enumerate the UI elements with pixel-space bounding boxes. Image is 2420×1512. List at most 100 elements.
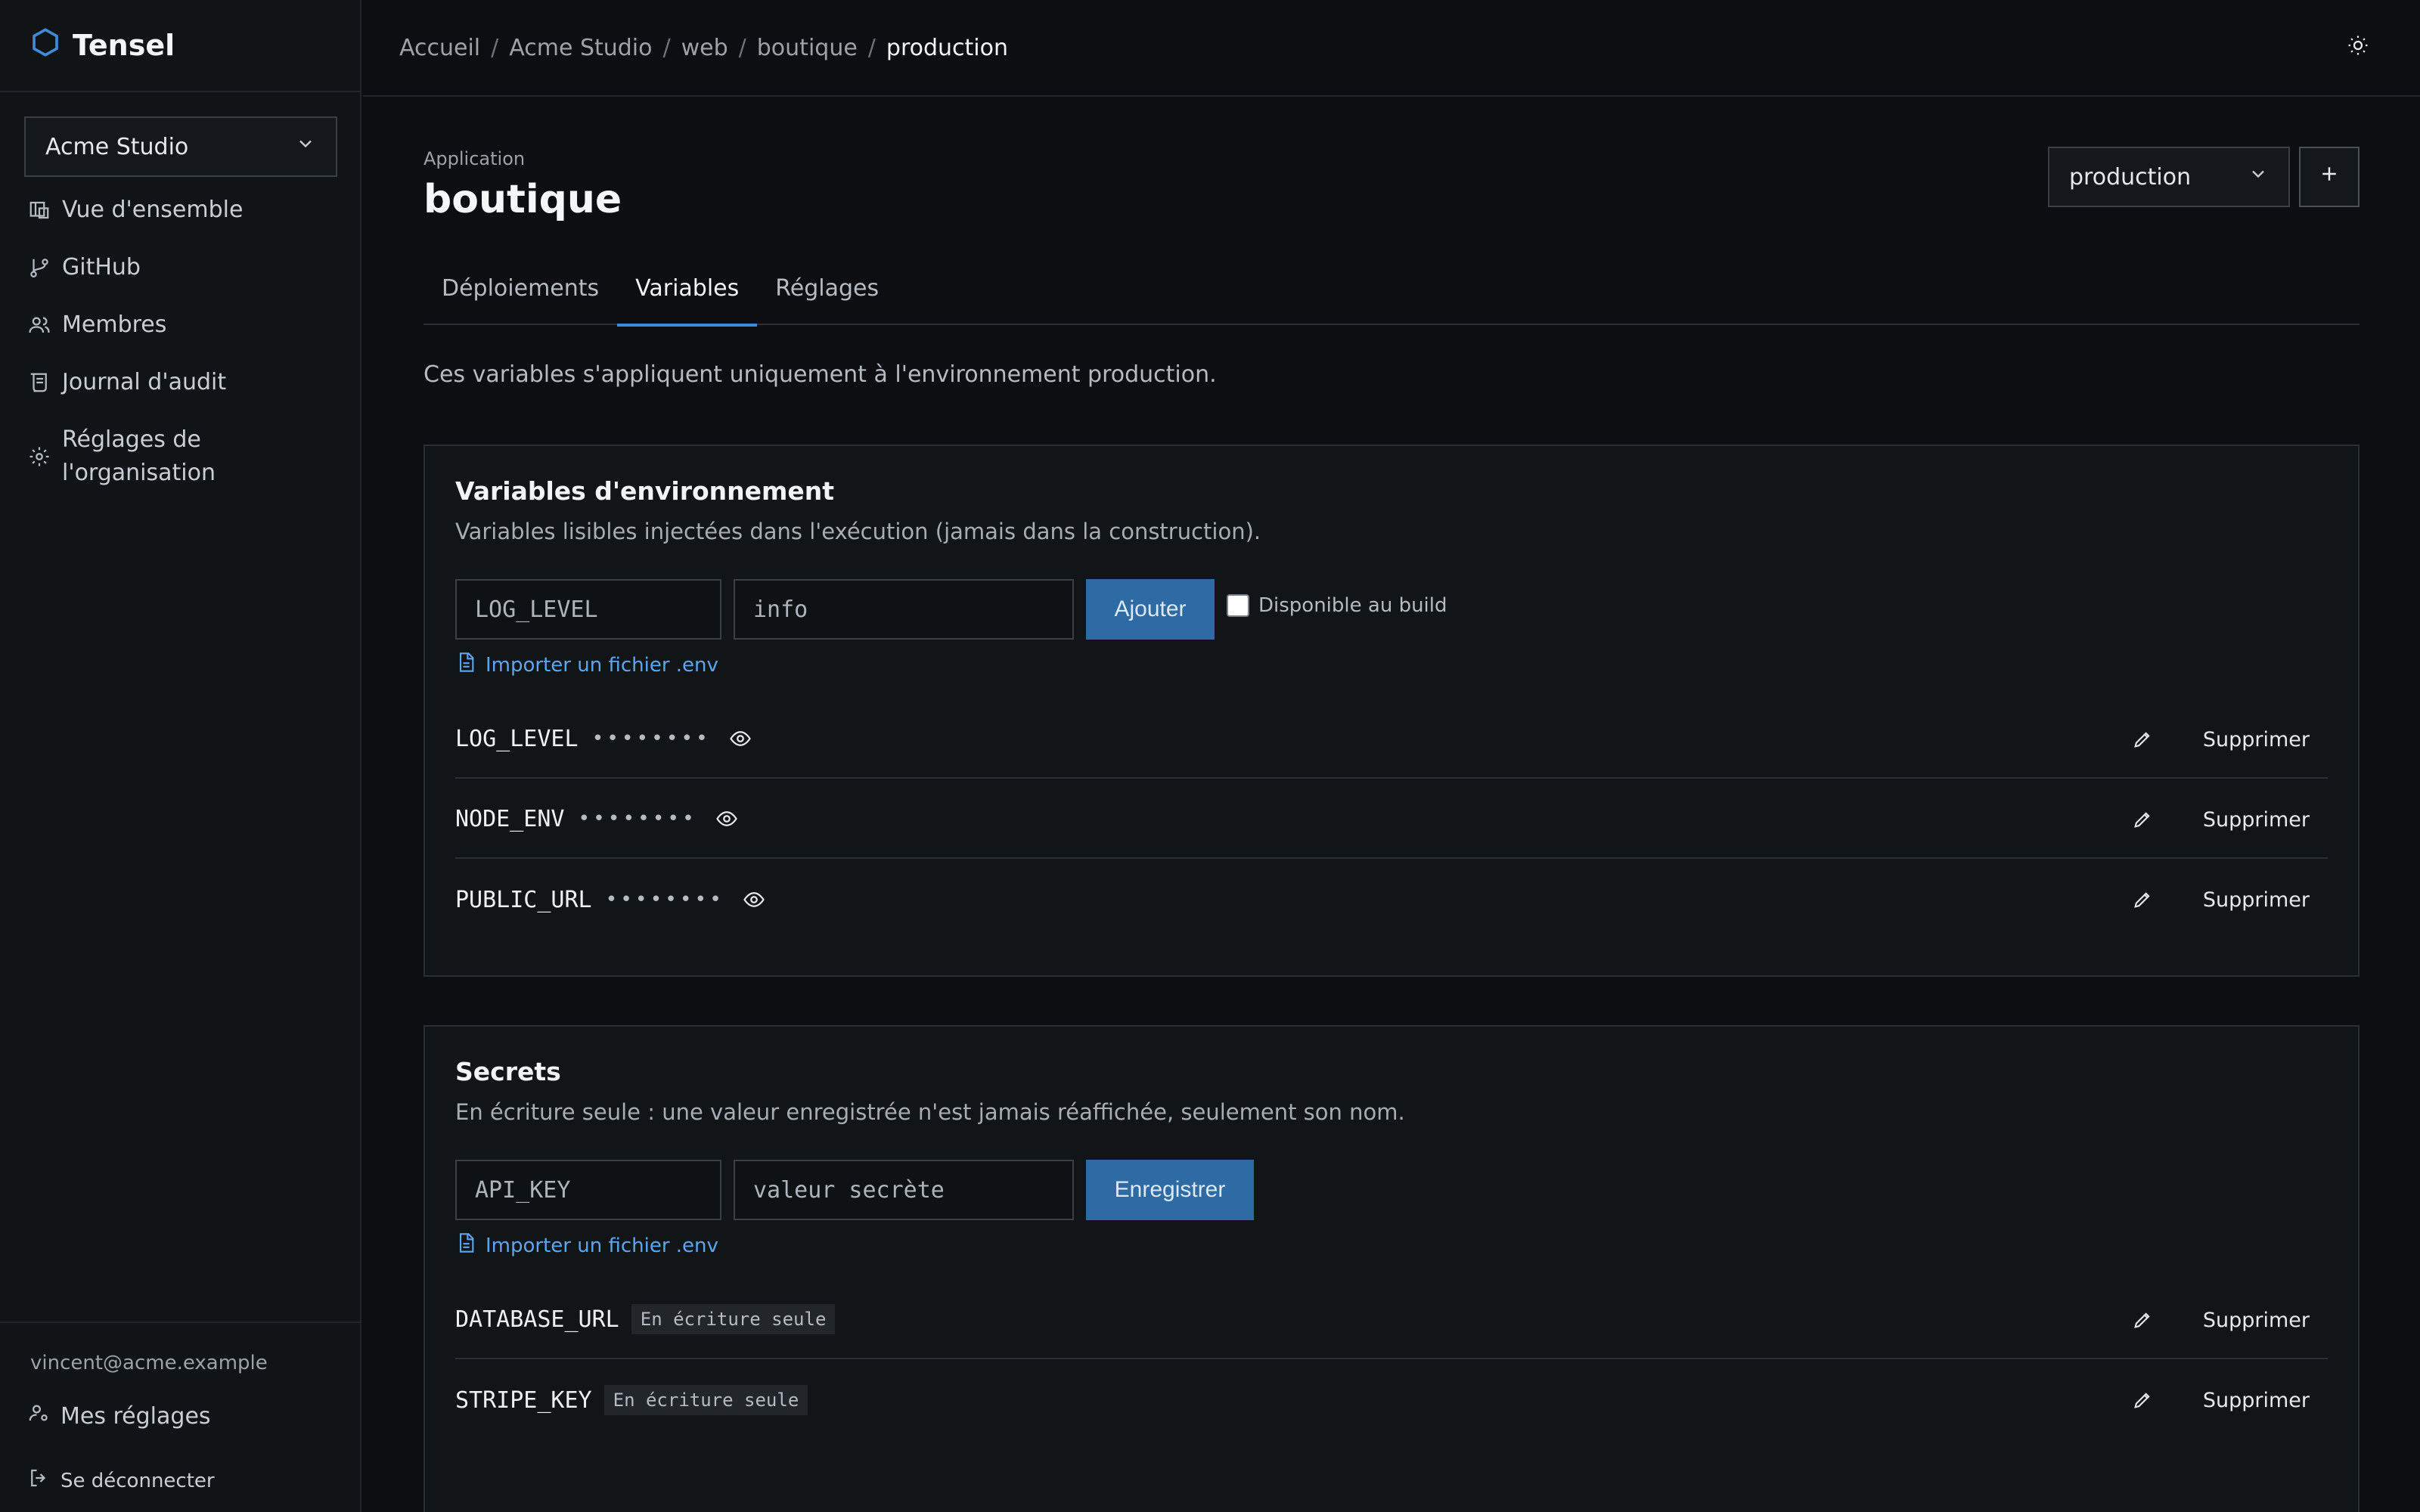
app-label: Application bbox=[424, 148, 526, 169]
breadcrumb: Accueil / Acme Studio / web / boutique /… bbox=[399, 35, 1008, 61]
sidebar-item-overview[interactable]: Vue d'ensemble bbox=[0, 194, 361, 227]
delete-button[interactable]: Supprimer bbox=[2203, 808, 2310, 832]
map-icon bbox=[27, 194, 51, 227]
write-only-badge: En écriture seule bbox=[631, 1304, 836, 1334]
pencil-icon[interactable] bbox=[2127, 1305, 2158, 1335]
env-var-name-input[interactable]: LOG_LEVEL bbox=[455, 579, 721, 640]
topbar: Accueil / Acme Studio / web / boutique /… bbox=[363, 0, 2420, 97]
save-secret-button[interactable]: Enregistrer bbox=[1086, 1160, 1254, 1220]
sidebar-footer: vincent@acme.example Mes réglages Se déc… bbox=[0, 1321, 361, 1512]
pencil-icon[interactable] bbox=[2127, 1385, 2158, 1415]
add-environment-button[interactable] bbox=[2299, 147, 2360, 207]
pencil-icon[interactable] bbox=[2127, 804, 2158, 835]
masked-value: •••••••• bbox=[591, 727, 711, 750]
sidebar-item-label: Membres bbox=[62, 311, 167, 338]
row-actions: Supprimer bbox=[2127, 1281, 2328, 1359]
pencil-icon[interactable] bbox=[2127, 724, 2158, 754]
scroll-icon bbox=[27, 366, 51, 399]
delete-button[interactable]: Supprimer bbox=[2203, 1389, 2310, 1412]
breadcrumb-project[interactable]: web bbox=[681, 35, 728, 61]
env-var-name: LOG_LEVEL bbox=[455, 725, 579, 752]
secret-value-input[interactable]: valeur secrète bbox=[734, 1160, 1074, 1220]
logout-label: Se déconnecter bbox=[60, 1469, 215, 1492]
row-actions: Supprimer bbox=[2127, 780, 2328, 859]
eye-icon[interactable] bbox=[715, 807, 738, 830]
breadcrumb-org[interactable]: Acme Studio bbox=[509, 35, 652, 61]
sidebar-item-label: Vue d'ensemble bbox=[62, 197, 244, 223]
env-var-row: LOG_LEVEL •••••••• Supprimer bbox=[455, 700, 2328, 779]
delete-button[interactable]: Supprimer bbox=[2203, 888, 2310, 912]
build-available-toggle[interactable]: Disponible au build bbox=[1227, 594, 1447, 617]
tabs: Déploiements Variables Réglages bbox=[424, 272, 2360, 327]
delete-button[interactable]: Supprimer bbox=[2203, 1309, 2310, 1332]
secret-row: STRIPE_KEY En écriture seule Supprimer bbox=[455, 1361, 2328, 1439]
label-line-1: Réglages de bbox=[62, 426, 201, 453]
sidebar: Tensel Acme Studio Vue d'ensemble GitHub… bbox=[0, 0, 361, 1512]
env-vars-title: Variables d'environnement bbox=[455, 476, 835, 506]
sidebar-item-github[interactable]: GitHub bbox=[0, 251, 361, 284]
env-var-row: NODE_ENV •••••••• Supprimer bbox=[455, 780, 2328, 859]
org-select-value: Acme Studio bbox=[45, 133, 189, 160]
sidebar-item-audit-log[interactable]: Journal d'audit bbox=[0, 366, 361, 399]
secrets-description: En écriture seule : une valeur enregistr… bbox=[455, 1099, 1405, 1125]
tab-settings[interactable]: Réglages bbox=[757, 272, 897, 325]
pencil-icon[interactable] bbox=[2127, 885, 2158, 915]
chevron-down-icon bbox=[2248, 163, 2269, 191]
plus-icon bbox=[2318, 163, 2341, 191]
sidebar-item-members[interactable]: Membres bbox=[0, 308, 361, 342]
my-settings-link[interactable]: Mes réglages bbox=[27, 1402, 211, 1430]
environment-select[interactable]: production bbox=[2048, 147, 2290, 207]
secret-name: DATABASE_URL bbox=[455, 1306, 619, 1333]
sidebar-nav: Vue d'ensemble GitHub Membres Journal d'… bbox=[0, 194, 361, 514]
env-var-name: PUBLIC_URL bbox=[455, 886, 592, 913]
breadcrumb-separator: / bbox=[738, 34, 746, 61]
write-only-badge: En écriture seule bbox=[603, 1385, 808, 1415]
tab-variables[interactable]: Variables bbox=[617, 272, 758, 327]
row-actions: Supprimer bbox=[2127, 860, 2328, 939]
label-line-2: l'organisation bbox=[62, 460, 216, 486]
secret-name: STRIPE_KEY bbox=[455, 1387, 592, 1414]
sidebar-item-label: Journal d'audit bbox=[62, 369, 227, 395]
eye-icon[interactable] bbox=[729, 727, 752, 750]
import-env-file-link[interactable]: Importer un fichier .env bbox=[455, 652, 718, 678]
eye-icon[interactable] bbox=[743, 888, 765, 911]
env-vars-description: Variables lisibles injectées dans l'exéc… bbox=[455, 519, 1261, 544]
build-available-label: Disponible au build bbox=[1258, 594, 1447, 617]
breadcrumb-app[interactable]: boutique bbox=[757, 35, 858, 61]
hexagon-logo-icon bbox=[30, 27, 60, 64]
build-available-checkbox[interactable] bbox=[1227, 594, 1249, 617]
delete-button[interactable]: Supprimer bbox=[2203, 728, 2310, 751]
secrets-card: Secrets En écriture seule : une valeur e… bbox=[424, 1025, 2360, 1512]
file-icon bbox=[455, 1232, 476, 1259]
import-env-file-label: Importer un fichier .env bbox=[486, 653, 718, 677]
secret-name-input[interactable]: API_KEY bbox=[455, 1160, 721, 1220]
sidebar-item-org-settings[interactable]: Réglages de l'organisation bbox=[0, 423, 361, 490]
breadcrumb-separator: / bbox=[491, 34, 499, 61]
sidebar-item-label: Réglages de l'organisation bbox=[62, 423, 216, 490]
add-env-var-button[interactable]: Ajouter bbox=[1086, 579, 1215, 640]
chevron-down-icon bbox=[295, 133, 316, 160]
env-var-name: NODE_ENV bbox=[455, 805, 565, 832]
env-var-row: PUBLIC_URL •••••••• Supprimer bbox=[455, 860, 2328, 939]
brand[interactable]: Tensel bbox=[0, 0, 360, 92]
theme-toggle-button[interactable] bbox=[2343, 33, 2373, 64]
breadcrumb-separator: / bbox=[867, 34, 876, 61]
sidebar-item-label: GitHub bbox=[62, 254, 141, 280]
brand-name: Tensel bbox=[73, 29, 175, 62]
env-var-value-input[interactable]: info bbox=[734, 579, 1074, 640]
import-env-file-link[interactable]: Importer un fichier .env bbox=[455, 1232, 718, 1259]
page-title: boutique bbox=[424, 177, 622, 222]
tab-deployments[interactable]: Déploiements bbox=[424, 272, 617, 325]
import-env-file-label: Importer un fichier .env bbox=[486, 1234, 718, 1257]
breadcrumb-current: production bbox=[886, 34, 1008, 61]
env-vars-card: Variables d'environnement Variables lisi… bbox=[424, 445, 2360, 977]
org-select[interactable]: Acme Studio bbox=[24, 116, 337, 177]
environment-select-value: production bbox=[2069, 163, 2192, 191]
gear-icon bbox=[27, 440, 51, 473]
intro-text: Ces variables s'appliquent uniquement à … bbox=[424, 361, 1217, 388]
logout-link[interactable]: Se déconnecter bbox=[27, 1467, 215, 1495]
user-gear-icon bbox=[27, 1402, 50, 1430]
breadcrumb-home[interactable]: Accueil bbox=[399, 35, 480, 61]
git-branch-icon bbox=[27, 251, 51, 284]
file-icon bbox=[455, 652, 476, 678]
